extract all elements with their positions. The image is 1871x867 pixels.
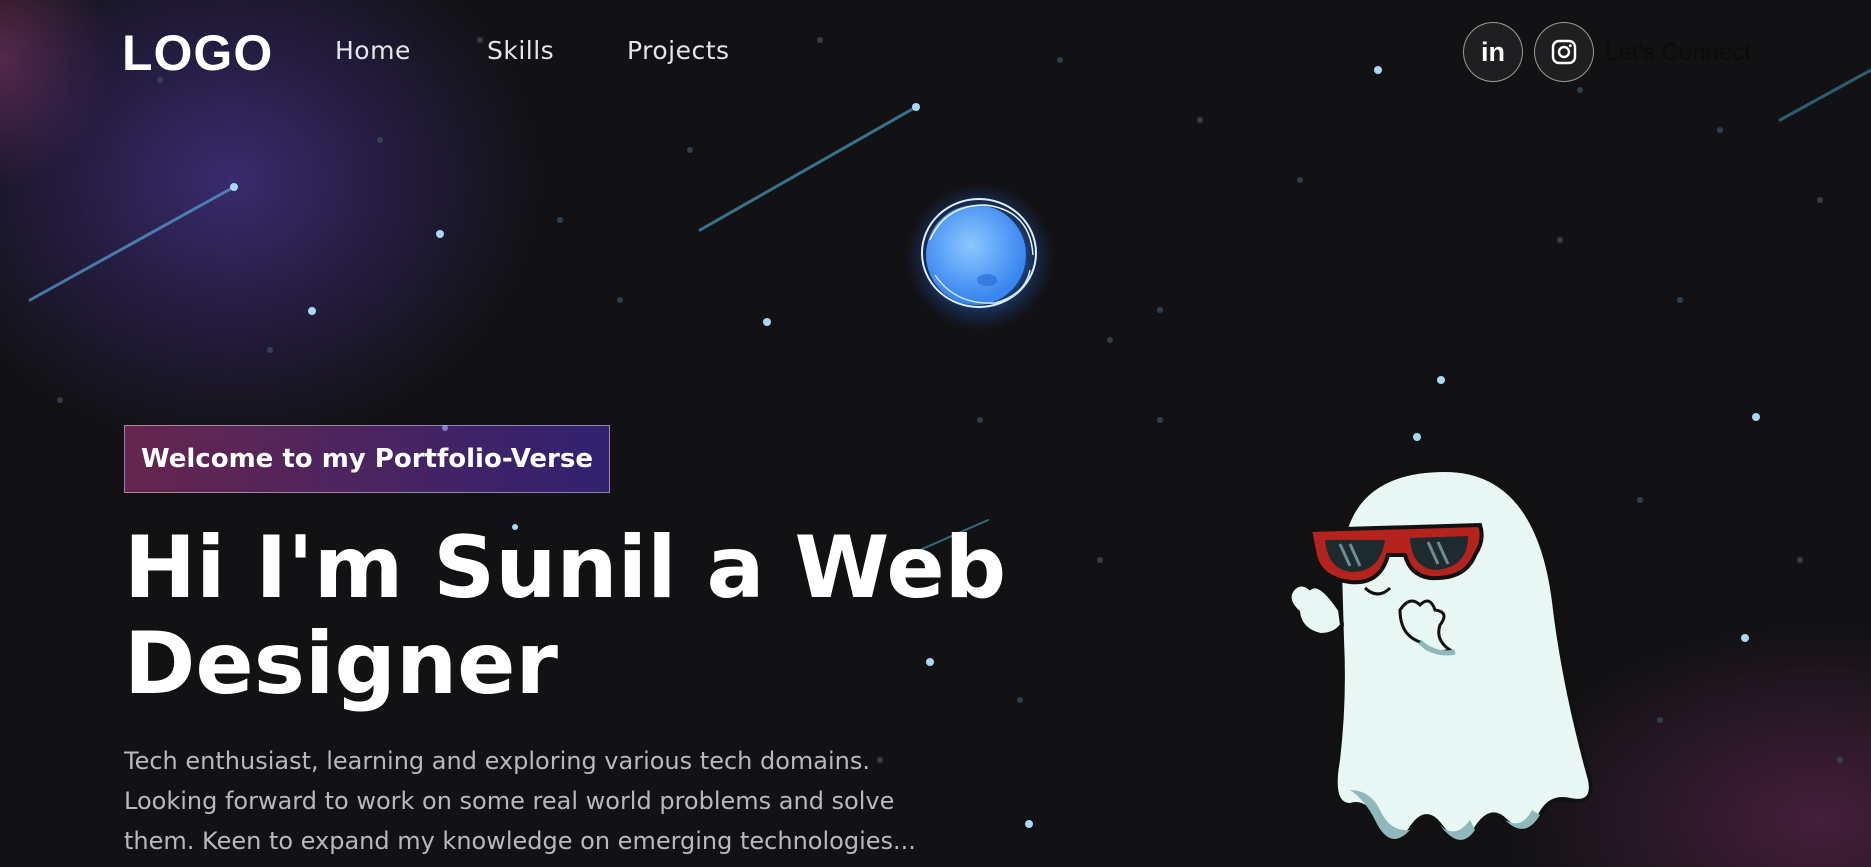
description-line: them. Keen to expand my knowledge on eme…: [124, 827, 916, 855]
glowing-planet-icon: [905, 185, 1055, 332]
instagram-icon: [1551, 39, 1577, 65]
nav-link-projects[interactable]: Projects: [627, 36, 730, 65]
navbar: LOGO Home Skills Projects in Let's Conne…: [0, 0, 1871, 107]
linkedin-button[interactable]: in: [1463, 22, 1523, 82]
hero-description: Tech enthusiast, learning and exploring …: [124, 741, 1024, 861]
description-line: Looking forward to work on some real wor…: [124, 787, 895, 815]
hero-headline: Hi I'm Sunil a Web Designer: [124, 520, 1024, 712]
nav-link-skills[interactable]: Skills: [487, 36, 554, 65]
nav-link-home[interactable]: Home: [335, 36, 411, 65]
logo[interactable]: LOGO: [122, 24, 273, 82]
lets-connect-button[interactable]: Let's Connect: [1605, 39, 1751, 67]
welcome-tagline: Welcome to my Portfolio-Verse: [124, 425, 610, 493]
headline-line-2: Designer: [124, 614, 558, 714]
linkedin-icon: in: [1481, 36, 1505, 67]
headline-line-1: Hi I'm Sunil a Web: [124, 518, 1007, 618]
ghost-with-sunglasses-icon: [1287, 467, 1593, 842]
instagram-button[interactable]: [1534, 22, 1594, 82]
description-line: Tech enthusiast, learning and exploring …: [124, 747, 871, 775]
